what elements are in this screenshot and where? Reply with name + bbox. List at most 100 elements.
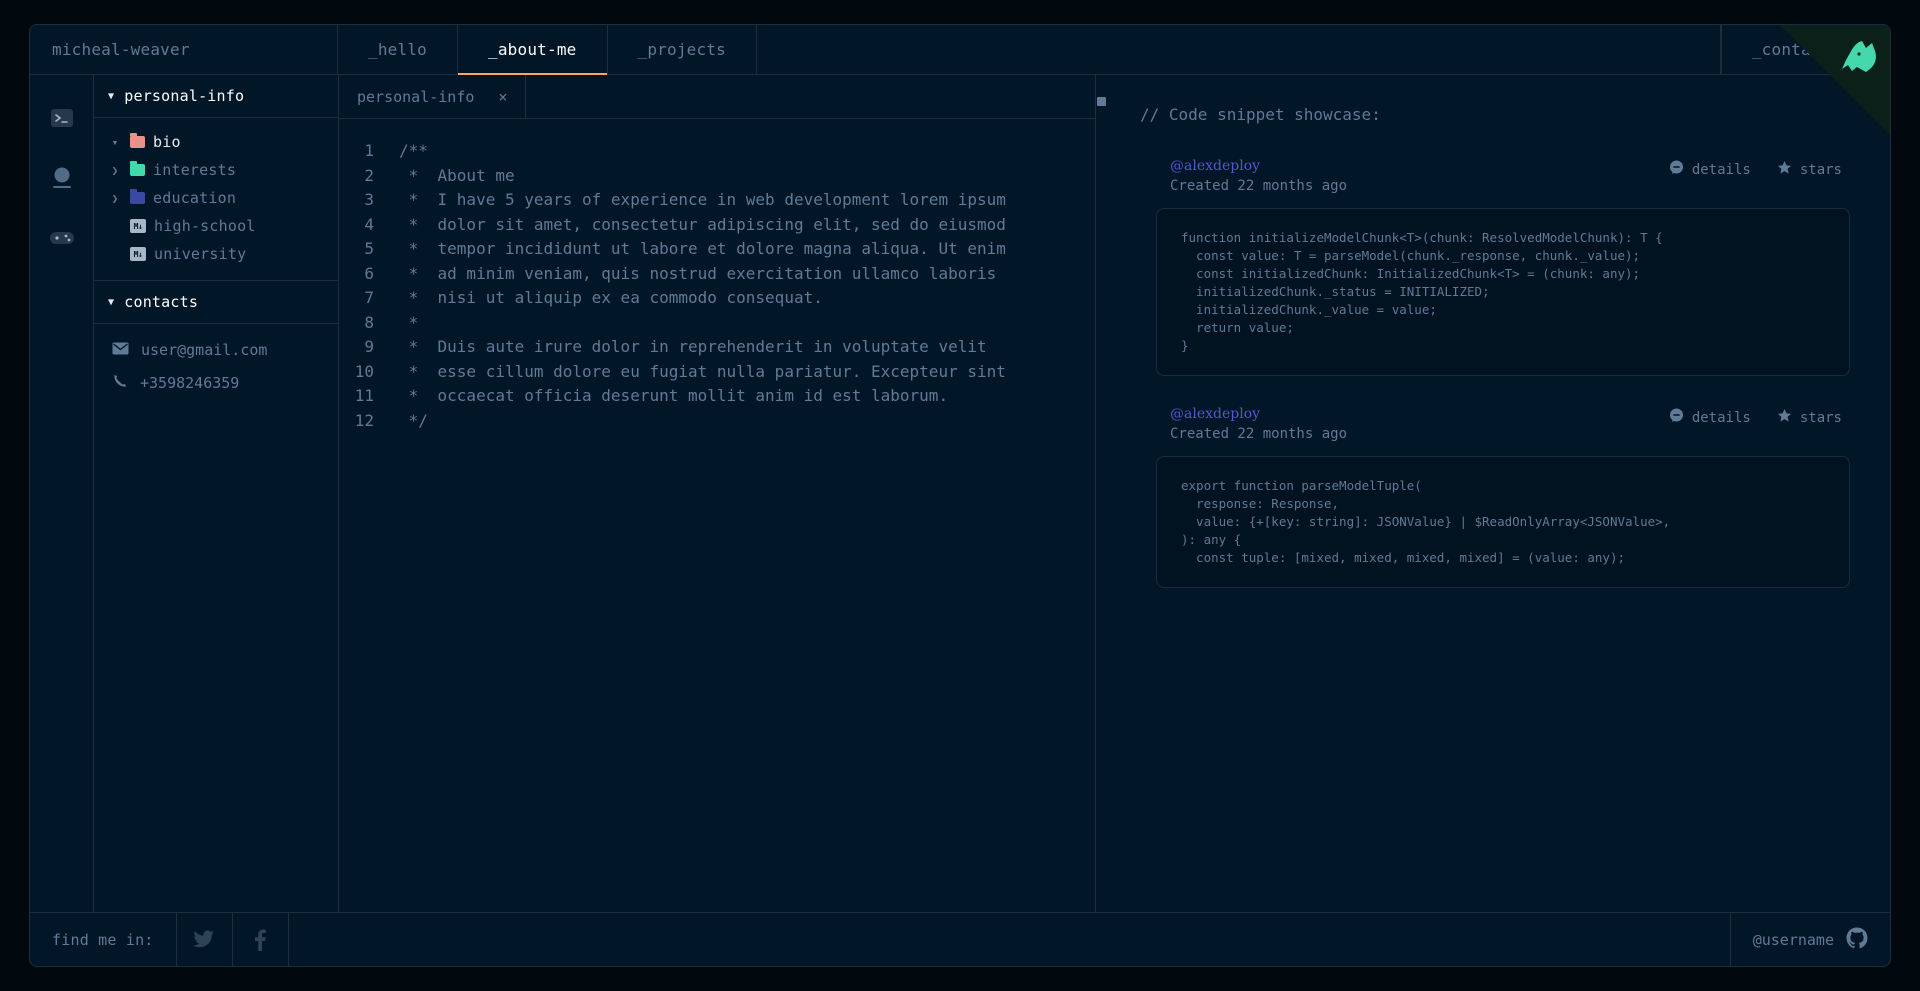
github-link[interactable]: @username: [1729, 913, 1890, 966]
markdown-icon: M↓: [130, 247, 146, 261]
line-text: /**: [399, 141, 428, 160]
editor-column: personal-info × 1 /** 2 * About me 3 * I …: [339, 75, 1096, 912]
file-tree: ▼ personal-info ▾ bio ❯ interests ❯ educ…: [94, 75, 339, 912]
tree-section-label: contacts: [124, 293, 199, 311]
editor-tab-personal-info[interactable]: personal-info ×: [339, 75, 527, 118]
line-number: 12: [354, 410, 374, 430]
tree-item-label: university: [154, 245, 247, 263]
chevron-down-icon: ▼: [108, 296, 115, 308]
line-number: 7: [364, 288, 374, 307]
line-number: 4: [364, 214, 374, 234]
gist-stars-label: stars: [1799, 161, 1842, 178]
gist-code-block: function initializeModelChunk<T>(chunk: …: [1156, 208, 1850, 376]
activity-rail: [30, 75, 94, 912]
gist-details-label: details: [1691, 409, 1751, 426]
contact-label: user@gmail.com: [141, 341, 268, 359]
line-number: 3: [364, 190, 374, 209]
code-line: 2 * About me: [339, 164, 1095, 189]
github-handle: @username: [1752, 930, 1834, 949]
gist-details-button[interactable]: details: [1669, 160, 1751, 179]
folder-icon: [130, 133, 145, 148]
code-line: 9 * Duis aute irure dolor in reprehender…: [339, 335, 1095, 360]
tree-item-bio[interactable]: ▾ bio: [94, 128, 338, 156]
tree-item-high-school[interactable]: M↓ high-school: [94, 212, 338, 240]
comment-icon: [1669, 160, 1684, 179]
code-line: 4 * dolor sit amet, consectetur adipisci…: [339, 213, 1095, 238]
line-text: * About me: [399, 165, 515, 185]
gist-username[interactable]: @alexdeploy: [1170, 158, 1347, 174]
line-number: 1: [364, 141, 374, 160]
gist-meta: @alexdeploy Created 22 months ago: [1170, 406, 1347, 442]
tab-hello[interactable]: _hello: [338, 25, 458, 74]
mail-icon: [112, 341, 129, 359]
folder-icon: [130, 161, 145, 176]
star-icon: [1777, 408, 1792, 427]
tab-about-me[interactable]: _about-me: [458, 25, 608, 75]
brand-name[interactable]: micheal-weaver: [30, 25, 338, 74]
tree-items: ▾ bio ❯ interests ❯ education M↓ high-sc…: [94, 118, 338, 280]
gist-created: Created 22 months ago: [1170, 426, 1348, 442]
gamepad-icon[interactable]: [47, 223, 77, 253]
code-line: 7 * nisi ut aliquip ex ea commodo conseq…: [339, 286, 1095, 311]
footer-spacer: [289, 913, 1730, 966]
folder-icon: [130, 189, 145, 204]
main-body: ▼ personal-info ▾ bio ❯ interests ❯ educ…: [30, 75, 1890, 912]
profile-icon[interactable]: [47, 163, 77, 193]
editor-tab-bar-empty: [526, 75, 1095, 118]
gist-details-button[interactable]: details: [1669, 408, 1751, 427]
footer-bar: find me in: @username: [30, 912, 1890, 966]
line-text: * occaecat officia deserunt mollit anim …: [399, 386, 949, 405]
chevron-right-icon: ❯: [111, 163, 119, 177]
gist-details-label: details: [1691, 161, 1751, 178]
contact-email[interactable]: user@gmail.com: [94, 334, 338, 366]
gist-item: @alexdeploy Created 22 months ago detail…: [1132, 158, 1850, 376]
footer-label: find me in:: [30, 913, 177, 966]
snippet-panel: // Code snippet showcase: @alexdeploy Cr…: [1096, 75, 1890, 912]
gist-actions: details stars: [1669, 406, 1842, 427]
gist-header: @alexdeploy Created 22 months ago detail…: [1132, 406, 1850, 442]
tab-projects[interactable]: _projects: [608, 25, 757, 74]
line-number: 10: [354, 361, 374, 381]
line-text: * Duis aute irure dolor in reprehenderit…: [399, 337, 987, 356]
topbar-spacer: [757, 25, 1721, 74]
terminal-icon[interactable]: [47, 103, 77, 133]
chevron-right-icon: ❯: [111, 191, 119, 205]
tab-contact-me[interactable]: _contact-me: [1720, 25, 1890, 74]
tree-section-contacts[interactable]: ▼ contacts: [94, 280, 338, 324]
gist-stars-button[interactable]: stars: [1777, 408, 1842, 427]
twitter-icon[interactable]: [177, 913, 233, 966]
line-text: * dolor sit amet, consectetur adipiscing…: [399, 214, 1006, 234]
tree-item-label: bio: [153, 133, 181, 151]
code-editor[interactable]: 1 /** 2 * About me 3 * I have 5 years of …: [339, 119, 1095, 912]
tree-section-personal-info[interactable]: ▼ personal-info: [94, 75, 338, 118]
chevron-down-icon: ▾: [111, 135, 119, 149]
chevron-down-icon: ▼: [108, 90, 115, 102]
line-number: 2: [364, 165, 374, 185]
code-line: 8 *: [339, 311, 1095, 336]
line-number: 5: [364, 239, 374, 258]
star-icon: [1777, 160, 1792, 179]
tree-item-university[interactable]: M↓ university: [94, 240, 338, 268]
scrollbar-thumb[interactable]: [1097, 97, 1106, 106]
editor-tab-bar: personal-info ×: [339, 75, 1095, 119]
snippet-scrollbar[interactable]: [1096, 75, 1106, 912]
contact-label: +3598246359: [140, 374, 240, 392]
gist-item: @alexdeploy Created 22 months ago detail…: [1132, 406, 1850, 588]
gist-created: Created 22 months ago: [1170, 178, 1348, 194]
gist-stars-button[interactable]: stars: [1777, 160, 1842, 179]
gist-code-block: export function parseModelTuple( respons…: [1156, 456, 1850, 588]
tree-item-interests[interactable]: ❯ interests: [94, 156, 338, 184]
line-text: * ad minim veniam, quis nostrud exercita…: [399, 263, 997, 283]
code-line: 10 * esse cillum dolore eu fugiat nulla …: [339, 360, 1095, 385]
line-text: * I have 5 years of experience in web de…: [399, 190, 1006, 209]
markdown-icon: M↓: [130, 219, 146, 233]
tree-item-education[interactable]: ❯ education: [94, 184, 338, 212]
line-number: 6: [364, 263, 374, 283]
line-text: * nisi ut aliquip ex ea commodo consequa…: [399, 288, 823, 307]
gist-actions: details stars: [1669, 158, 1842, 179]
gist-username[interactable]: @alexdeploy: [1170, 406, 1347, 422]
contact-phone[interactable]: +3598246359: [94, 366, 338, 400]
line-text: * tempor incididunt ut labore et dolore …: [399, 239, 1006, 258]
close-icon[interactable]: ×: [498, 88, 507, 106]
facebook-icon[interactable]: [233, 913, 289, 966]
